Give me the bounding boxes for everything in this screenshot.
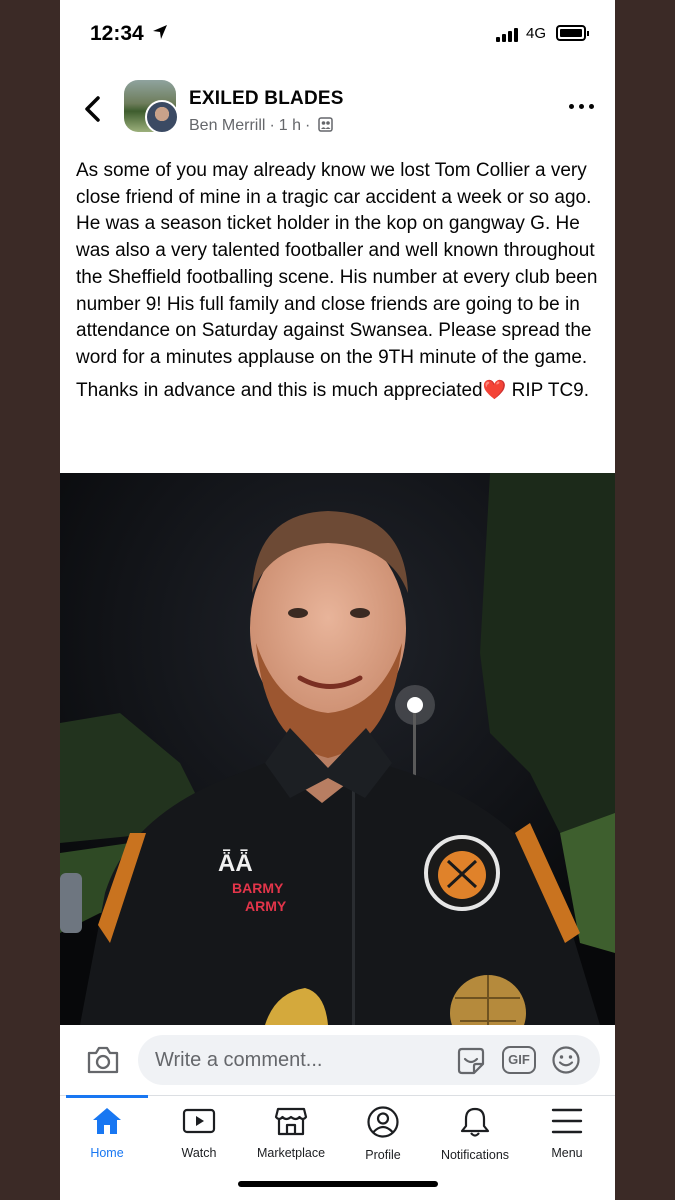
tab-home[interactable]: Home: [61, 1106, 153, 1168]
post-age: 1 h: [278, 117, 302, 134]
author-name[interactable]: Ben Merrill: [189, 117, 265, 134]
status-bar: 12:34 4G: [60, 0, 615, 66]
jersey-text: ARMY: [245, 898, 287, 914]
tab-label: Profile: [365, 1148, 401, 1162]
post-photo[interactable]: ǞǞ BARMY ARMY: [60, 473, 615, 1025]
comment-input[interactable]: Write a comment... GIF: [138, 1035, 600, 1085]
group-name[interactable]: EXILED BLADES: [189, 88, 344, 110]
camera-icon[interactable]: [86, 1045, 120, 1075]
menu-icon: [551, 1108, 583, 1134]
post-paragraph: As some of you may already know we lost …: [76, 160, 598, 368]
svg-text:ǞǞ: ǞǞ: [218, 849, 253, 877]
tab-profile[interactable]: Profile: [337, 1106, 429, 1168]
cellular-signal-icon: [496, 26, 518, 42]
active-tab-indicator: [66, 1095, 148, 1098]
bell-icon: [460, 1107, 490, 1137]
emoji-icon[interactable]: [551, 1045, 581, 1075]
author-avatar[interactable]: [145, 100, 179, 134]
tab-marketplace[interactable]: Marketplace: [245, 1106, 337, 1168]
comment-bar: Write a comment... GIF: [60, 1025, 615, 1095]
tab-label: Home: [90, 1146, 124, 1160]
tab-label: Notifications: [440, 1148, 510, 1162]
more-options-icon[interactable]: [568, 96, 596, 116]
post-paragraph: Thanks in advance and this is much appre…: [76, 378, 601, 405]
tab-menu[interactable]: Menu: [521, 1106, 613, 1168]
tab-notifications[interactable]: Notifications: [429, 1106, 521, 1168]
post-text-span: RIP TC9.: [506, 379, 590, 401]
post-meta: Ben Merrill · 1 h ·: [189, 117, 334, 135]
clock: 12:34: [90, 22, 144, 45]
network-type: 4G: [526, 25, 547, 42]
group-members-icon: [318, 117, 334, 132]
tab-label: Watch: [181, 1146, 217, 1160]
post-text: As some of you may already know we lost …: [76, 158, 601, 410]
profile-icon: [367, 1106, 399, 1138]
tab-watch[interactable]: Watch: [153, 1106, 245, 1168]
home-indicator[interactable]: [238, 1181, 438, 1187]
sticker-icon[interactable]: [454, 1046, 488, 1076]
tab-label: Marketplace: [256, 1146, 326, 1160]
heart-emoji-icon: ❤️: [482, 379, 507, 401]
gif-button[interactable]: GIF: [502, 1046, 536, 1074]
tab-label: Menu: [551, 1146, 583, 1160]
back-chevron-icon[interactable]: [82, 95, 104, 123]
photo-illustration: ǞǞ BARMY ARMY: [60, 473, 615, 1025]
phone-screen: 12:34 4G EXILED BLADES Ben Merrill · 1 h ·: [60, 0, 615, 1200]
jersey-text: BARMY: [232, 880, 284, 896]
battery-icon: [556, 25, 589, 41]
post-text-span: Thanks in advance and this is much appre…: [76, 379, 483, 401]
watch-icon: [182, 1108, 216, 1134]
home-icon: [93, 1108, 121, 1134]
marketplace-icon: [274, 1107, 308, 1136]
location-arrow-icon: [153, 25, 167, 39]
comment-placeholder: Write a comment...: [155, 1049, 323, 1071]
